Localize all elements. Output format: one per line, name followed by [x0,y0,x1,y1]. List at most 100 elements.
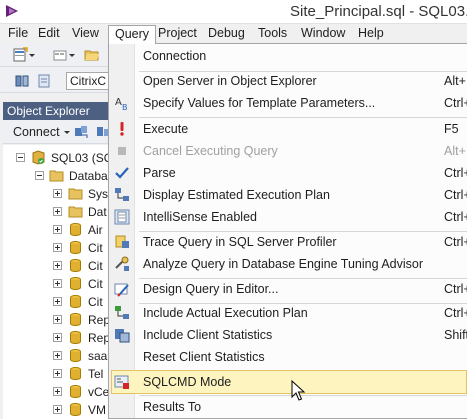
collapse-icon[interactable] [35,171,44,180]
menu-project[interactable]: Project [152,25,203,42]
change-connection-icon[interactable] [36,73,52,89]
tree-node-database[interactable]: Rep [3,311,113,329]
object-explorer-title: Object Explorer [3,102,113,120]
menu-item-cancel-executing-query[interactable]: Cancel Executing Query Alt+ [111,140,467,162]
tree-node-label: saa [88,349,108,363]
expand-icon[interactable] [53,189,62,198]
tree-node-database[interactable]: vCe [3,383,113,401]
menu-item-shortcut: Ctrl+ [444,96,467,110]
tree-node-label: Cit [88,295,103,309]
tree-node-database[interactable]: Tel [3,365,113,383]
menu-edit[interactable]: Edit [32,25,66,42]
menu-item-include-client-statistics[interactable]: Include Client Statistics Shift [111,324,467,346]
expand-icon[interactable] [53,351,62,360]
collapse-icon[interactable] [16,153,25,162]
menu-item-label: Execute [143,122,189,136]
database-icon [70,313,81,326]
menu-item-shortcut: Shift [444,328,467,342]
menu-item-analyze-query-tuning-advisor[interactable]: Analyze Query in Database Engine Tuning … [111,253,467,275]
execute-icon [120,122,124,136]
connect-button[interactable]: Connect [13,125,71,139]
menu-item-display-estimated-execution-plan[interactable]: Display Estimated Execution Plan Ctrl+ [111,184,467,206]
menu-help[interactable]: Help [352,25,390,42]
chevron-down-icon[interactable] [28,47,36,63]
menu-tools[interactable]: Tools [252,25,293,42]
menu-item-parse[interactable]: Parse Ctrl+ [111,162,467,184]
menu-item-label: Display Estimated Execution Plan [143,188,330,202]
open-folder-icon[interactable] [84,47,100,63]
menu-item-label: Specify Values for Template Parameters..… [143,96,376,110]
expand-icon[interactable] [53,405,62,414]
menu-debug[interactable]: Debug [202,25,251,42]
tree-node-label: Databa [69,169,108,183]
tree-node-label: Cit [88,241,103,255]
connect-object-explorer-icon[interactable] [73,124,89,140]
menu-item-label: IntelliSense Enabled [143,210,257,224]
new-project-icon[interactable] [12,47,28,63]
menu-item-shortcut: Ctrl+ [444,210,467,224]
mouse-cursor-icon [291,380,306,401]
menu-file[interactable]: File [2,25,34,42]
menu-item-design-query-in-editor[interactable]: Design Query in Editor... Ctrl+ [111,278,467,300]
menu-query[interactable]: Query [108,25,157,44]
tuning-advisor-icon [115,256,129,271]
tree-node-database[interactable]: Air [3,221,113,239]
menu-window[interactable]: Window [295,25,351,42]
database-icon [70,349,81,362]
tree-node-label: VM [88,403,106,417]
menu-item-label: Results To [143,400,202,414]
tree-node-server[interactable]: SQL03 (SQ [3,149,113,167]
menu-item-shortcut: Ctrl+ [444,282,467,296]
tree-node-database[interactable]: Cit [3,257,113,275]
connect-label: Connect [13,125,60,139]
expand-icon[interactable] [53,297,62,306]
expand-icon[interactable] [53,315,62,324]
tree-node-database[interactable]: VM [3,401,113,419]
expand-icon[interactable] [53,279,62,288]
menu-item-include-actual-execution-plan[interactable]: Include Actual Execution Plan Ctrl+ [111,302,467,324]
menu-view[interactable]: View [66,25,105,42]
expand-icon[interactable] [53,261,62,270]
menu-item-shortcut: Ctrl+ [444,235,467,249]
menu-item-shortcut: Alt+ [444,74,466,88]
menu-item-label: Design Query in Editor... [143,282,279,296]
menu-item-specify-template-values[interactable]: A B Specify Values for Template Paramete… [111,92,467,114]
expand-icon[interactable] [53,387,62,396]
expand-icon[interactable] [53,207,62,216]
menu-item-results-to[interactable]: Results To [111,396,467,418]
sql-editor-toolbar: CitrixC [0,69,116,93]
menu-item-sqlcmd-mode[interactable]: SQLCMD Mode [111,370,467,394]
expand-icon[interactable] [53,333,62,342]
connect-icon[interactable] [14,73,30,89]
tree-node-label: Rep [88,331,111,345]
tree-node-databases[interactable]: Databa [3,167,113,185]
expand-icon[interactable] [53,225,62,234]
tree-node-system-databases[interactable]: Sys [3,185,113,203]
menu-item-intellisense-enabled[interactable]: IntelliSense Enabled Ctrl+ [111,206,467,228]
menu-item-open-server-in-object-explorer[interactable]: Open Server in Object Explorer Alt+ [111,70,467,92]
tree-node-database-snapshots[interactable]: Dat [3,203,113,221]
expand-icon[interactable] [53,243,62,252]
expand-icon[interactable] [53,369,62,378]
tree-node-label: Rep [88,313,111,327]
database-icon [70,259,81,272]
menu-item-shortcut: Ctrl+ [444,188,467,202]
menu-item-connection[interactable]: Connection [111,45,467,67]
add-item-icon[interactable] [52,47,68,63]
database-icon [70,295,81,308]
tree-node-database[interactable]: Cit [3,239,113,257]
tree-node-database[interactable]: Cit [3,275,113,293]
menu-item-shortcut: F5 [444,122,459,136]
menu-item-trace-query-in-profiler[interactable]: Trace Query in SQL Server Profiler Ctrl+ [111,231,467,253]
ssms-app-icon[interactable] [4,3,20,19]
chevron-down-icon[interactable] [68,47,76,63]
menu-item-execute[interactable]: Execute F5 [111,118,467,140]
tree-node-database[interactable]: Cit [3,293,113,311]
tree-node-database[interactable]: saa [3,347,113,365]
execution-plan-icon [115,188,129,201]
tree-node-label: vCe [88,385,110,399]
menu-item-reset-client-statistics[interactable]: Reset Client Statistics [111,346,467,368]
menu-item-shortcut: Ctrl+ [444,166,467,180]
tree-node-database[interactable]: Rep [3,329,113,347]
tree-node-label: Sys [88,187,109,201]
